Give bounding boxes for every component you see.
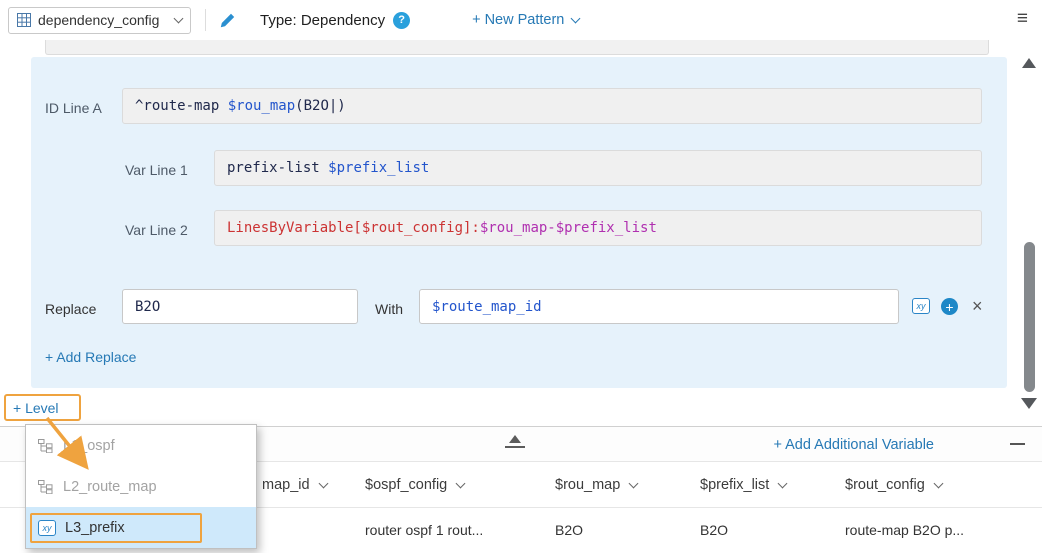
close-icon[interactable]: ×	[972, 298, 983, 314]
level-menu-item-l2-route-map[interactable]: L2_route_map	[26, 466, 256, 507]
id-line-a-label: ID Line A	[45, 100, 102, 116]
toolbar-divider	[205, 9, 206, 31]
add-replace-link[interactable]: + Add Replace	[45, 349, 136, 365]
column-header-label: $rou_map	[555, 477, 620, 493]
with-input[interactable]: $route_map_id	[419, 289, 899, 324]
add-level-link[interactable]: + Level	[13, 400, 59, 416]
scrolled-input-remnant	[45, 40, 989, 55]
level-dropdown-menu: L1_ospf L2_route_map xy L3_prefix	[25, 424, 257, 549]
collapse-panel-button[interactable]	[505, 435, 525, 448]
var-line-2-input[interactable]: LinesByVariable[$rout_config]:$rou_map-$…	[214, 210, 982, 246]
code-segment-variable: $rou_map-$prefix_list	[480, 220, 657, 236]
column-filter-chevron-icon[interactable]	[933, 479, 943, 489]
replace-value: B2O	[135, 299, 160, 315]
variable-icon[interactable]: xy	[912, 298, 930, 314]
pattern-selector-value: dependency_config	[38, 12, 159, 28]
column-filter-chevron-icon[interactable]	[456, 479, 466, 489]
with-label: With	[375, 301, 403, 317]
triangle-up-icon	[509, 435, 521, 443]
level-menu-item-l3-prefix[interactable]: xy L3_prefix	[26, 507, 256, 548]
level-highlight-box: + Level	[4, 394, 81, 421]
pattern-type: Type: Dependency ?	[260, 12, 410, 29]
column-header[interactable]: $prefix_list	[700, 477, 786, 493]
column-header[interactable]: $rou_map	[555, 477, 637, 493]
pattern-block: ID Line A ^route-map $rou_map(B2O|) Var …	[31, 57, 1007, 388]
hierarchy-icon	[38, 480, 53, 494]
column-filter-chevron-icon[interactable]	[629, 479, 639, 489]
level-menu-item-l1-ospf[interactable]: L1_ospf	[26, 425, 256, 466]
column-header-label: $rout_config	[845, 477, 925, 493]
scroll-up-arrow[interactable]	[1022, 58, 1036, 68]
level-menu-item-label: L1_ospf	[63, 438, 115, 454]
pattern-selector[interactable]: dependency_config	[8, 7, 191, 34]
var-line-1-label: Var Line 1	[125, 162, 188, 178]
pattern-type-label: Type: Dependency	[260, 12, 385, 29]
code-segment: LinesByVariable[$rout_config]:	[227, 220, 480, 236]
minus-icon	[1010, 443, 1025, 445]
code-segment-variable: $prefix_list	[328, 160, 429, 176]
var-line-1-input[interactable]: prefix-list $prefix_list	[214, 150, 982, 186]
column-header[interactable]: $rout_config	[845, 477, 942, 493]
pattern-editor-screen: dependency_config Type: Dependency ? + N…	[0, 0, 1042, 553]
menu-item-highlight-box: xy L3_prefix	[30, 513, 202, 543]
column-header[interactable]: $ospf_config	[365, 477, 464, 493]
level-menu-item-label: L2_route_map	[63, 479, 157, 495]
code-segment: prefix-list	[227, 160, 328, 176]
chevron-down-icon	[571, 14, 581, 24]
replace-label: Replace	[45, 301, 96, 317]
column-header-label: map_id	[262, 477, 310, 493]
column-filter-chevron-icon[interactable]	[318, 479, 328, 489]
collapse-underline	[505, 446, 525, 448]
code-segment: ^route-map	[135, 98, 228, 114]
scrollbar-thumb[interactable]	[1024, 242, 1035, 392]
id-line-a-input[interactable]: ^route-map $rou_map(B2O|)	[122, 88, 982, 124]
add-additional-variable-link[interactable]: + Add Additional Variable	[773, 437, 934, 453]
chevron-down-icon	[174, 14, 184, 24]
table-cell: B2O	[700, 522, 728, 538]
code-segment-variable: $rou_map	[228, 98, 295, 114]
column-header[interactable]: map_id	[262, 477, 327, 493]
code-segment: (B2O|)	[295, 98, 346, 114]
edit-pattern-icon[interactable]	[219, 12, 236, 29]
help-icon[interactable]: ?	[393, 12, 410, 29]
with-value: $route_map_id	[432, 299, 542, 315]
column-header-label: $prefix_list	[700, 477, 769, 493]
table-cell: B2O	[555, 522, 583, 538]
scroll-down-arrow[interactable]	[1021, 398, 1037, 409]
table-cell: router ospf 1 rout...	[365, 522, 483, 538]
new-pattern-button[interactable]: + New Pattern	[472, 12, 579, 28]
column-filter-chevron-icon[interactable]	[778, 479, 788, 489]
toolbar: dependency_config Type: Dependency ? + N…	[0, 0, 1042, 40]
new-pattern-label: + New Pattern	[472, 12, 564, 28]
table-grid-icon	[17, 13, 31, 27]
table-cell: route-map B2O p...	[845, 522, 964, 538]
hierarchy-icon	[38, 439, 53, 453]
minimize-panel-button[interactable]	[1010, 435, 1026, 453]
add-icon[interactable]: +	[941, 298, 958, 315]
menu-icon[interactable]: ≡	[1017, 9, 1028, 29]
level-menu-item-label: L3_prefix	[65, 520, 125, 536]
variable-icon: xy	[38, 520, 56, 536]
var-line-2-label: Var Line 2	[125, 222, 188, 238]
column-header-label: $ospf_config	[365, 477, 447, 493]
replace-input[interactable]: B2O	[122, 289, 358, 324]
